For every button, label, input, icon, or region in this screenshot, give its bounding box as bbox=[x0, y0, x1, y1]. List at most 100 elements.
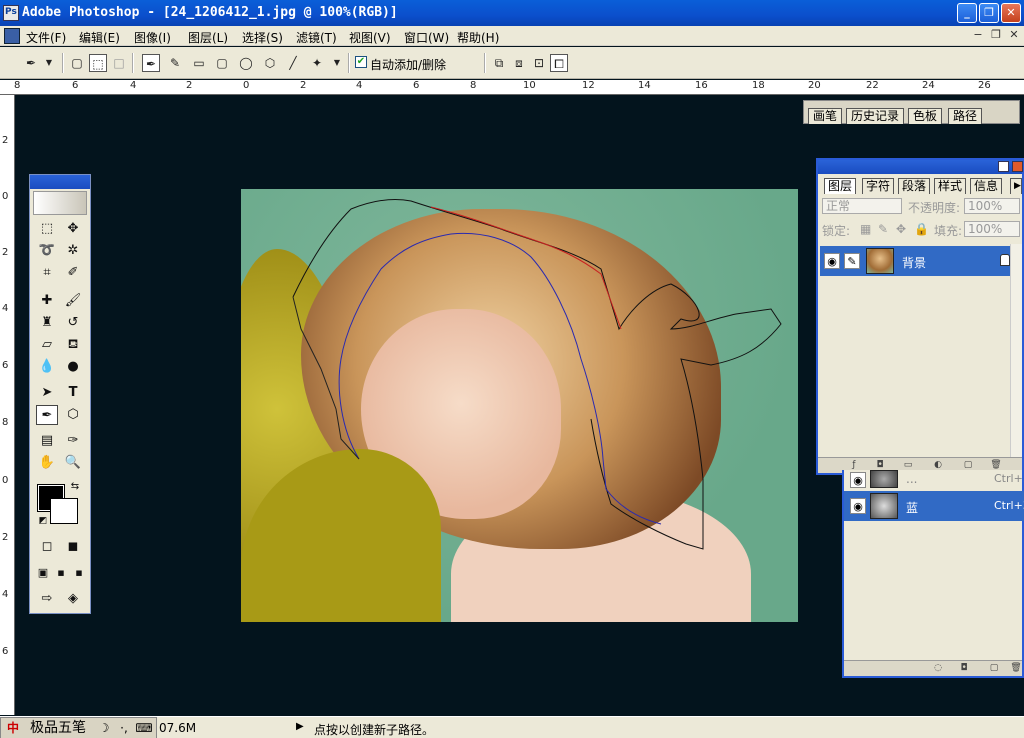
doc-close-button[interactable]: ✕ bbox=[1006, 28, 1022, 43]
doc-minimize-button[interactable]: − bbox=[970, 28, 986, 43]
eye-icon[interactable]: ◉ bbox=[850, 498, 866, 514]
healing-brush-tool-icon[interactable]: ✚ bbox=[36, 291, 58, 311]
channel-row-partial[interactable]: ◉ ... Ctrl+... bbox=[844, 470, 1024, 490]
menu-file[interactable]: 文件(F) bbox=[26, 29, 66, 46]
brush-tool-icon[interactable]: 🖌 bbox=[62, 291, 84, 311]
line-icon[interactable]: ╱ bbox=[284, 54, 302, 72]
tab-paragraph[interactable]: 段落 bbox=[898, 178, 931, 194]
pen-tool-icon[interactable]: ✒ bbox=[142, 54, 160, 72]
maximize-button[interactable]: ❐ bbox=[979, 3, 999, 23]
dodge-tool-icon[interactable]: ● bbox=[62, 357, 84, 377]
ime-logo[interactable]: 中 bbox=[4, 720, 22, 737]
auto-add-delete-checkbox[interactable]: ✔ bbox=[355, 56, 367, 68]
eye-icon[interactable]: ◉ bbox=[824, 253, 840, 269]
tab-info[interactable]: 信息 bbox=[970, 178, 1003, 194]
rounded-rectangle-icon[interactable]: ▢ bbox=[213, 54, 231, 72]
close-button[interactable]: ✕ bbox=[1001, 3, 1021, 23]
lock-position-icon[interactable]: ✥ bbox=[896, 222, 906, 236]
layers-scrollbar[interactable] bbox=[1010, 244, 1022, 459]
ellipse-icon[interactable]: ◯ bbox=[237, 54, 255, 72]
doc-restore-button[interactable]: ❐ bbox=[988, 28, 1004, 43]
hand-tool-icon[interactable]: ✋ bbox=[36, 453, 58, 473]
ime-punctuation-icon[interactable]: ·, bbox=[115, 720, 133, 737]
ime-name[interactable]: 极品五笔 bbox=[25, 720, 91, 737]
eraser-tool-icon[interactable]: ▱ bbox=[36, 335, 58, 355]
layer-row-background[interactable]: ◉ ✎ 背景 bbox=[820, 246, 1016, 276]
path-selection-tool-icon[interactable]: ➤ bbox=[36, 383, 58, 403]
fill-input[interactable]: 100% bbox=[964, 221, 1020, 237]
layers-panel-titlebar[interactable] bbox=[818, 160, 1023, 174]
toolbox-logo[interactable] bbox=[33, 191, 87, 215]
custom-shape-icon[interactable]: ✦ bbox=[308, 54, 326, 72]
default-colors-icon[interactable]: ◩ bbox=[32, 511, 54, 531]
document-icon[interactable] bbox=[4, 28, 20, 44]
clone-stamp-tool-icon[interactable]: ♜ bbox=[36, 313, 58, 333]
tab-styles[interactable]: 样式 bbox=[934, 178, 967, 194]
tool-preset-pen-icon[interactable]: ✒ bbox=[22, 54, 40, 72]
well-tab-brushes[interactable]: 画笔 bbox=[808, 108, 843, 124]
image-canvas[interactable] bbox=[241, 189, 798, 622]
menu-help[interactable]: 帮助(H) bbox=[457, 29, 499, 46]
shape-tool-icon[interactable]: ⬡ bbox=[62, 405, 84, 425]
brush-link-icon[interactable]: ✎ bbox=[844, 253, 860, 269]
fill-pixels-icon[interactable]: □ bbox=[110, 54, 128, 72]
imageready-icon[interactable]: ◈ bbox=[62, 589, 84, 609]
menu-select[interactable]: 选择(S) bbox=[242, 29, 283, 46]
background-color-swatch[interactable] bbox=[50, 498, 78, 524]
geometry-options-icon[interactable]: ▼ bbox=[328, 54, 346, 72]
well-tab-swatches[interactable]: 色板 bbox=[908, 108, 943, 124]
pen-tool-icon[interactable]: ✒ bbox=[36, 405, 58, 425]
full-screen-mode-icon[interactable]: ▪ bbox=[68, 563, 90, 583]
crop-tool-icon[interactable]: ⌗ bbox=[36, 263, 58, 283]
slice-tool-icon[interactable]: ✐ bbox=[62, 263, 84, 283]
tool-preset-dropdown-icon[interactable]: ▼ bbox=[40, 54, 58, 72]
standard-mode-icon[interactable]: ◻ bbox=[36, 537, 58, 557]
blend-mode-select[interactable]: 正常 bbox=[822, 198, 902, 214]
type-tool-icon[interactable]: T bbox=[62, 383, 84, 403]
new-channel-icon[interactable]: ▢ bbox=[988, 663, 1000, 674]
toolbox-titlebar[interactable] bbox=[30, 175, 90, 189]
polygon-icon[interactable]: ⬡ bbox=[261, 54, 279, 72]
swap-colors-icon[interactable]: ⇆ bbox=[64, 477, 86, 497]
subtract-from-path-area-icon[interactable]: ⧈ bbox=[510, 54, 528, 72]
exclude-overlapping-icon[interactable]: ⧠ bbox=[550, 54, 568, 72]
menu-filter[interactable]: 滤镜(T) bbox=[296, 29, 337, 46]
notes-tool-icon[interactable]: ▤ bbox=[36, 431, 58, 451]
well-tab-history[interactable]: 历史记录 bbox=[846, 108, 905, 124]
load-selection-icon[interactable]: ◌ bbox=[932, 663, 944, 674]
well-tab-paths[interactable]: 路径 bbox=[948, 108, 983, 124]
delete-channel-icon[interactable]: 🗑 bbox=[1010, 663, 1022, 674]
menu-window[interactable]: 窗口(W) bbox=[404, 29, 449, 46]
photoshop-app-icon[interactable] bbox=[3, 5, 19, 21]
lock-all-icon[interactable]: 🔒 bbox=[914, 222, 929, 236]
paths-mode-icon[interactable]: ⬚ bbox=[89, 54, 107, 72]
work-path-overlay[interactable] bbox=[241, 189, 798, 622]
status-arrow-icon[interactable]: ▶ bbox=[296, 721, 304, 732]
menu-layer[interactable]: 图层(L) bbox=[188, 29, 228, 46]
jump-to-imageready-icon[interactable]: ⇨ bbox=[36, 589, 58, 609]
ime-mode-moon-icon[interactable]: ☽ bbox=[95, 720, 113, 737]
horizontal-ruler[interactable]: 8 6 4 2 0 2 4 6 8 10 12 14 16 18 20 22 2… bbox=[0, 80, 1024, 95]
add-to-path-area-icon[interactable]: ⧉ bbox=[490, 54, 508, 72]
panel-close-button[interactable] bbox=[1012, 161, 1023, 172]
zoom-tool-icon[interactable]: 🔍 bbox=[62, 453, 84, 473]
blur-tool-icon[interactable]: 💧 bbox=[36, 357, 58, 377]
minimize-button[interactable]: _ bbox=[957, 3, 977, 23]
eyedropper-tool-icon[interactable]: ✑ bbox=[62, 431, 84, 451]
marquee-tool-icon[interactable]: ⬚ bbox=[36, 219, 58, 239]
history-brush-tool-icon[interactable]: ↺ bbox=[62, 313, 84, 333]
opacity-input[interactable]: 100% bbox=[964, 198, 1020, 214]
move-tool-icon[interactable]: ✥ bbox=[62, 219, 84, 239]
panel-menu-arrow-icon[interactable]: ▶ bbox=[1010, 178, 1022, 194]
shape-layers-icon[interactable]: ▢ bbox=[68, 54, 86, 72]
menu-edit[interactable]: 编辑(E) bbox=[79, 29, 120, 46]
lock-transparency-icon[interactable]: ▦ bbox=[860, 222, 871, 236]
intersect-path-areas-icon[interactable]: ⊡ bbox=[530, 54, 548, 72]
paint-bucket-tool-icon[interactable]: ⛾ bbox=[62, 335, 84, 355]
quick-mask-mode-icon[interactable]: ◼ bbox=[62, 537, 84, 557]
menu-image[interactable]: 图像(I) bbox=[134, 29, 171, 46]
eye-icon[interactable]: ◉ bbox=[850, 472, 866, 488]
freeform-pen-icon[interactable]: ✎ bbox=[166, 54, 184, 72]
panel-minimize-button[interactable] bbox=[998, 161, 1009, 172]
lock-image-icon[interactable]: ✎ bbox=[878, 222, 888, 236]
